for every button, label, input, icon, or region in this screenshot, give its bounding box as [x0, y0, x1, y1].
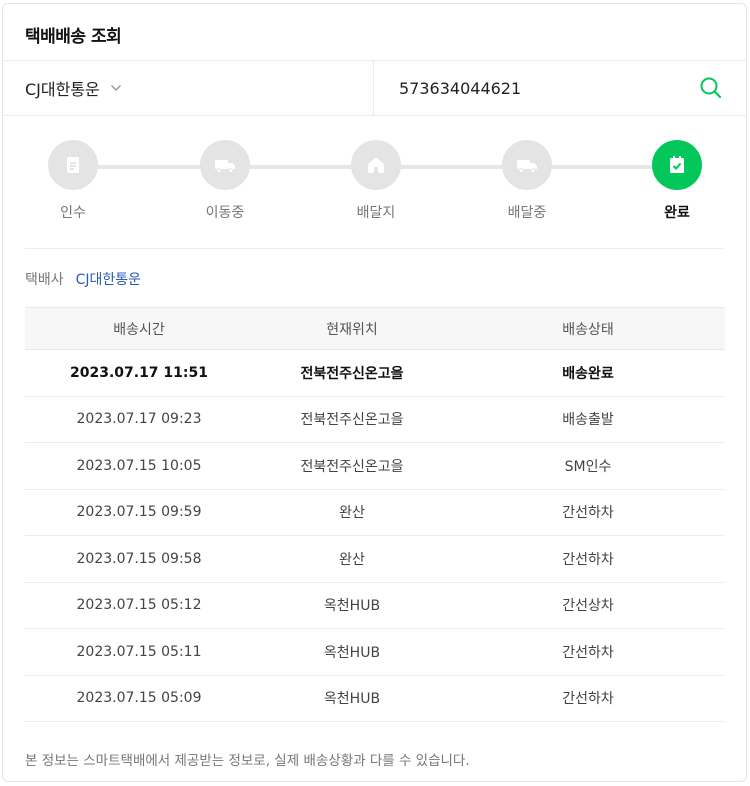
cell-status: 간선하차: [562, 691, 614, 708]
step-circle: [351, 140, 401, 190]
step-label: 배달중: [507, 205, 547, 221]
cell-time: 2023.07.15 09:59: [76, 504, 202, 521]
table-header: 배송시간 현재위치 배송상태: [25, 307, 725, 350]
delivery-progress: 인수 이동중 배달지 배달중 완료: [23, 116, 728, 250]
step-out-for-delivery: 배달중: [487, 140, 567, 222]
step-pickup: 인수: [33, 140, 113, 222]
cell-time: 2023.07.15 05:12: [76, 597, 202, 614]
cell-status: 간선하차: [562, 644, 614, 661]
cell-location: 완산: [339, 505, 365, 522]
cell-time: 2023.07.15 10:05: [76, 457, 202, 474]
cell-time: 2023.07.17 09:23: [76, 411, 202, 428]
truck-icon: [517, 160, 537, 173]
cell-status: 배송완료: [562, 365, 614, 382]
truck-icon: [215, 160, 235, 173]
step-circle: [48, 140, 98, 190]
cell-time: 2023.07.17 11:51: [69, 364, 208, 381]
delivery-tracking-card: 택배배송 조회 CJ대한통운 인수: [2, 3, 747, 782]
step-completed: 완료: [637, 140, 717, 222]
cell-time: 2023.07.15 05:09: [76, 690, 202, 707]
column-header-status: 배송상태: [562, 321, 614, 338]
table-row: 2023.07.15 09:59 완산 간선하차: [25, 490, 725, 536]
cell-time: 2023.07.15 09:58: [76, 550, 202, 567]
cell-location: 전북전주신온고을: [300, 412, 404, 429]
cell-time: 2023.07.15 05:11: [76, 643, 202, 660]
cell-status: 간선하차: [562, 505, 614, 522]
cell-status: SM인수: [564, 458, 612, 475]
carrier-select[interactable]: CJ대한통운: [25, 61, 122, 115]
chevron-down-icon: [110, 85, 121, 91]
table-row: 2023.07.17 09:23 전북전주신온고을 배송출발: [25, 397, 725, 443]
step-label: 인수: [60, 205, 86, 221]
table-row: 2023.07.15 10:05 전북전주신온고을 SM인수: [25, 443, 725, 490]
cell-location: 완산: [339, 551, 365, 568]
step-circle: [652, 140, 702, 190]
cell-status: 간선상차: [562, 598, 614, 615]
check-clipboard-icon: [670, 156, 684, 173]
cell-location: 전북전주신온고을: [300, 458, 404, 475]
step-destination: 배달지: [336, 140, 416, 222]
divider: [25, 248, 724, 249]
carrier-select-value: CJ대한통운: [25, 80, 100, 99]
cell-status: 간선하차: [562, 551, 614, 568]
carrier-info-label: 택배사: [25, 272, 64, 288]
table-row: 2023.07.15 05:09 옥천HUB 간선하차: [25, 676, 725, 722]
document-icon: [67, 157, 79, 173]
divider: [373, 61, 374, 115]
step-label: 이동중: [205, 205, 245, 221]
step-circle: [502, 140, 552, 190]
disclaimer-text: 본 정보는 스마트택배에서 제공받는 정보로, 실제 배송상황과 다를 수 있습…: [25, 753, 470, 769]
table-row: 2023.07.15 09:58 완산 간선하차: [25, 536, 725, 583]
search-icon[interactable]: [698, 75, 724, 101]
tracking-table: 배송시간 현재위치 배송상태 2023.07.17 11:51 전북전주신온고을…: [25, 307, 725, 722]
house-icon: [368, 157, 384, 173]
step-label: 완료: [664, 205, 690, 221]
cell-status: 배송출발: [562, 412, 614, 429]
tracking-number-input[interactable]: [375, 61, 685, 115]
column-header-time: 배송시간: [113, 321, 165, 338]
table-row: 2023.07.15 05:12 옥천HUB 간선상차: [25, 583, 725, 629]
page-title: 택배배송 조회: [25, 27, 122, 47]
step-circle: [200, 140, 250, 190]
cell-location: 옥천HUB: [323, 691, 381, 708]
carrier-info-value[interactable]: CJ대한통운: [76, 269, 141, 289]
table-row: 2023.07.17 11:51 전북전주신온고을 배송완료: [25, 350, 725, 397]
carrier-info: 택배사 CJ대한통운: [25, 269, 141, 289]
cell-location: 전북전주신온고을: [300, 365, 404, 382]
cell-location: 옥천HUB: [323, 598, 381, 615]
column-header-location: 현재위치: [326, 321, 378, 338]
table-row: 2023.07.15 05:11 옥천HUB 간선하차: [25, 629, 725, 676]
cell-location: 옥천HUB: [323, 644, 381, 661]
search-row: CJ대한통운: [3, 61, 746, 115]
step-label: 배달지: [356, 205, 396, 221]
step-in-transit: 이동중: [185, 140, 265, 222]
